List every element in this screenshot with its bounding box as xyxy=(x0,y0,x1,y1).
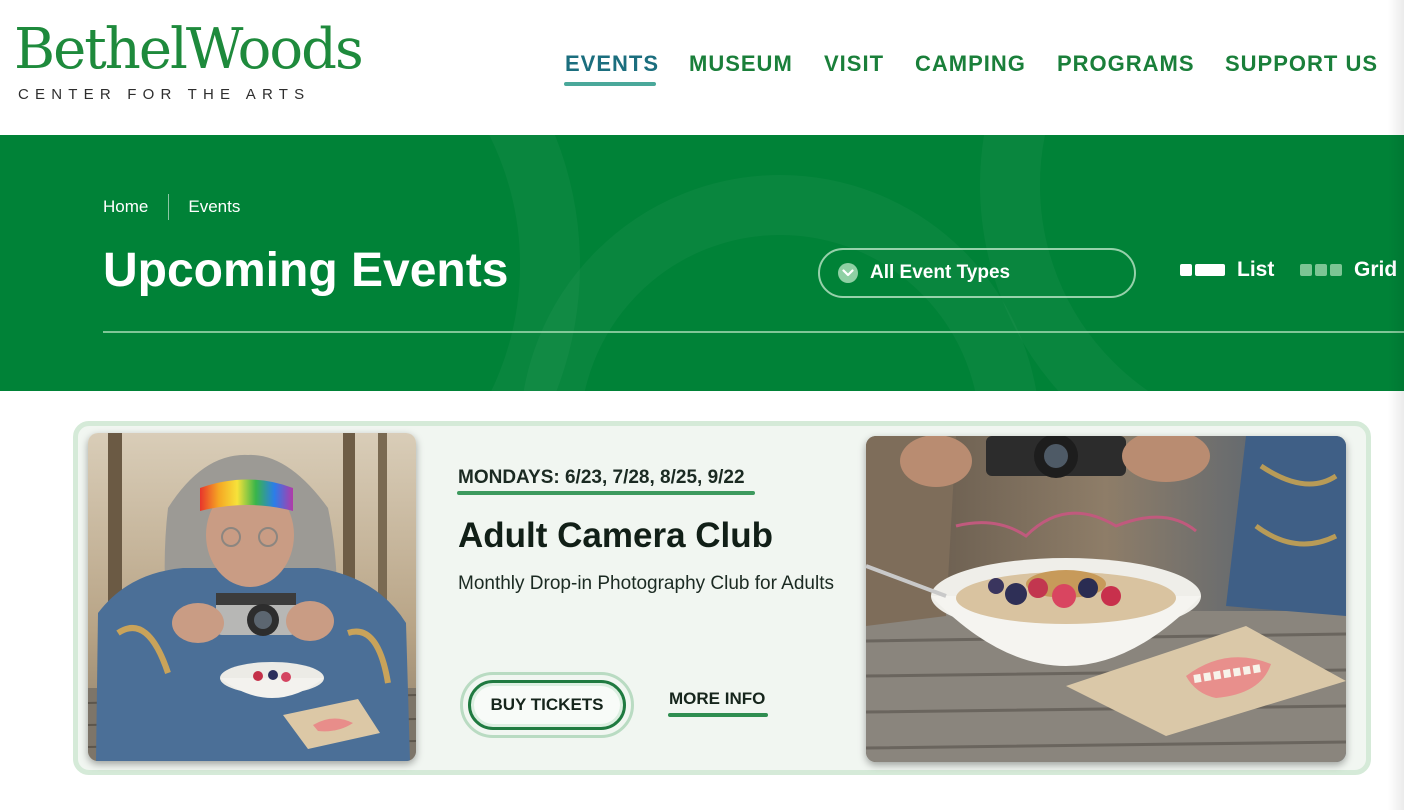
page-title: Upcoming Events xyxy=(103,244,509,297)
breadcrumb-events[interactable]: Events xyxy=(188,197,240,217)
breadcrumb-home[interactable]: Home xyxy=(103,197,148,217)
list-view-icon xyxy=(1180,264,1225,276)
event-photo-left[interactable] xyxy=(88,433,416,761)
nav-active-indicator xyxy=(564,82,656,86)
view-list-toggle[interactable]: List xyxy=(1180,258,1274,282)
more-info-link[interactable]: MORE INFO xyxy=(669,689,765,709)
more-info-underline xyxy=(668,713,768,717)
nav-events[interactable]: EVENTS xyxy=(565,51,659,77)
hero-divider xyxy=(103,331,1404,333)
logo-wordmark: BethelWoods xyxy=(14,17,364,82)
nav-visit[interactable]: VISIT xyxy=(824,51,884,77)
view-list-label: List xyxy=(1237,258,1275,281)
event-type-filter[interactable]: All Event Types xyxy=(818,248,1136,298)
buy-tickets-label: BUY TICKETS xyxy=(490,695,604,714)
nav-museum[interactable]: MUSEUM xyxy=(689,51,793,77)
event-title[interactable]: Adult Camera Club xyxy=(458,516,773,556)
buy-tickets-button-inner: BUY TICKETS xyxy=(468,680,626,730)
nav-support-us[interactable]: SUPPORT US xyxy=(1225,51,1378,77)
breadcrumb-separator xyxy=(168,194,170,220)
event-image-breakfast-bowl xyxy=(866,436,1346,762)
event-description: Monthly Drop-in Photography Club for Adu… xyxy=(458,573,834,594)
view-grid-toggle[interactable]: Grid xyxy=(1300,258,1397,282)
filter-label: All Event Types xyxy=(870,262,1011,283)
site-logo[interactable]: BethelWoods CENTER FOR THE ARTS xyxy=(14,18,364,110)
nav-camping[interactable]: CAMPING xyxy=(915,51,1026,77)
buy-tickets-button[interactable]: BUY TICKETS xyxy=(460,672,634,738)
events-hero: Home Events Upcoming Events All Event Ty… xyxy=(0,135,1404,391)
chevron-down-icon xyxy=(838,263,858,283)
event-image-woman-with-camera xyxy=(88,433,416,761)
nav-programs[interactable]: PROGRAMS xyxy=(1057,51,1195,77)
grid-view-icon xyxy=(1300,264,1342,276)
logo-tagline: CENTER FOR THE ARTS xyxy=(18,86,311,103)
site-header: BethelWoods CENTER FOR THE ARTS EVENTS M… xyxy=(0,0,1404,135)
event-date-underline xyxy=(457,491,755,495)
breadcrumb: Home Events xyxy=(103,194,240,220)
event-date: MONDAYS: 6/23, 7/28, 8/25, 9/22 xyxy=(458,467,745,488)
view-grid-label: Grid xyxy=(1354,258,1398,281)
event-photo-right[interactable] xyxy=(866,436,1346,762)
